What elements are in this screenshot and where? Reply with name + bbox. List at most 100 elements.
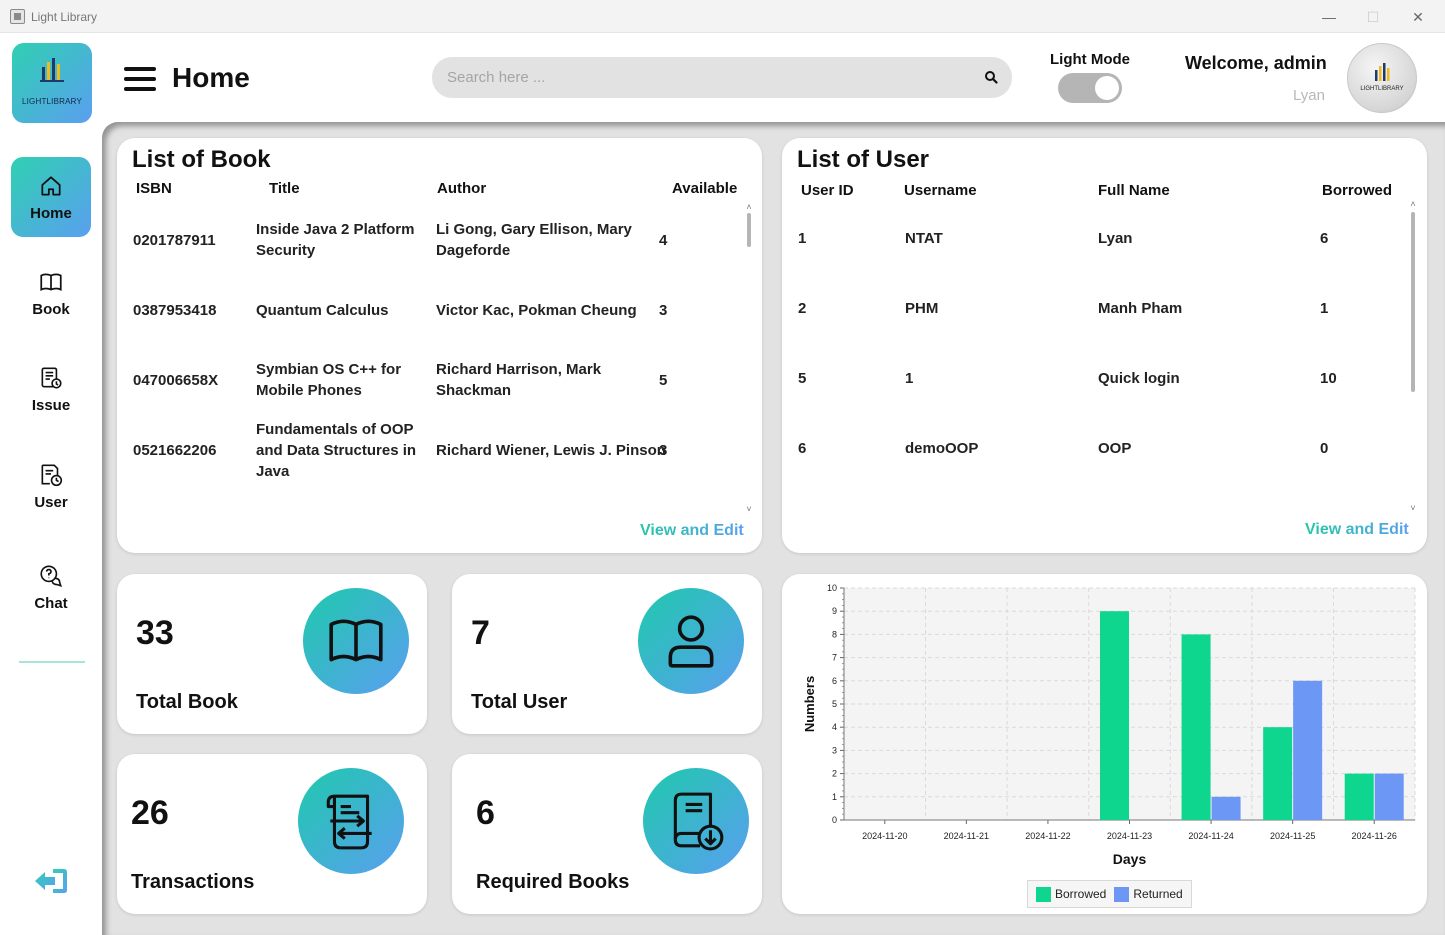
logo-caption: LIGHTLIBRARY — [21, 97, 83, 106]
bar-borrowed — [1100, 611, 1129, 820]
legend-label-returned: Returned — [1133, 887, 1183, 901]
book-title: Symbian OS C++ for Mobile Phones — [256, 361, 402, 399]
sidebar-item-issue[interactable]: Issue — [11, 349, 91, 429]
transactions-chart-card: 0 1 2 3 4 5 6 7 8 9 10 2024-11-20 2024-11-21 2024-11-… — [782, 574, 1427, 914]
required-books-label: Required Books — [476, 871, 630, 893]
book-list-scrollbar[interactable]: ˄ ˅ — [745, 203, 753, 514]
x-tick-label: 2024-11-20 — [862, 831, 907, 841]
transactions-chart: 0 1 2 3 4 5 6 7 8 9 10 2024-11-20 2024-11-21 2024-11-… — [802, 583, 1416, 867]
sidebar-item-book[interactable]: Book — [11, 253, 91, 333]
total-book-label: Total Book — [136, 691, 238, 713]
book-list-card: List of Book ISBN Title Author Available… — [117, 138, 762, 553]
search-input[interactable] — [432, 57, 972, 98]
column-header-full-name[interactable]: Full Name — [1098, 182, 1170, 199]
transaction-scroll-icon — [326, 794, 372, 850]
welcome-text: Welcome, admin — [1185, 53, 1327, 73]
user-list-scrollbar[interactable]: ˄ ˅ — [1409, 200, 1417, 513]
light-mode-toggle[interactable] — [1058, 73, 1122, 103]
title-bar: Light Library — ☐ ✕ — [0, 0, 1445, 33]
total-book-value: 33 — [136, 614, 174, 652]
column-header-available[interactable]: Available — [672, 180, 737, 197]
total-user-card[interactable]: 7 Total User — [452, 574, 762, 734]
menu-icon[interactable] — [124, 67, 156, 93]
user-fullname: Lyan — [1098, 230, 1133, 247]
total-book-badge — [303, 588, 409, 694]
x-tick-label: 2024-11-23 — [1107, 831, 1152, 841]
book-available: 3 — [659, 302, 668, 319]
sidebar-item-label: Chat — [34, 594, 68, 612]
home-icon — [41, 175, 61, 196]
x-axis-label: Days — [1113, 851, 1147, 867]
close-button[interactable]: ✕ — [1405, 6, 1431, 28]
required-books-value: 6 — [476, 794, 495, 832]
book-isbn: 0521662206 — [133, 442, 217, 459]
book-available: 3 — [659, 442, 668, 459]
y-tick-label: 2 — [832, 769, 837, 779]
sidebar-item-user[interactable]: User — [11, 446, 91, 526]
user-list-card: List of User User ID Username Full Name … — [782, 138, 1427, 553]
x-tick-label: 2024-11-22 — [1025, 831, 1070, 841]
search-icon[interactable] — [984, 70, 998, 84]
logo-bars-icon — [40, 58, 64, 82]
open-book-icon — [329, 619, 383, 662]
y-axis-label: Numbers — [802, 676, 817, 732]
bar-returned — [1293, 680, 1323, 820]
mode-label: Light Mode — [1050, 51, 1130, 68]
book-view-edit-link[interactable]: View and Edit — [640, 522, 744, 540]
sidebar-item-label: Home — [30, 204, 72, 222]
main-content: List of Book ISBN Title Author Available… — [102, 122, 1445, 935]
required-books-card[interactable]: 6 Required Books — [452, 754, 762, 914]
total-book-card[interactable]: 33 Total Book — [117, 574, 427, 734]
toggle-knob — [1095, 76, 1119, 100]
book-available: 4 — [659, 232, 668, 249]
maximize-button[interactable]: ☐ — [1360, 6, 1386, 28]
y-tick-label: 3 — [832, 745, 837, 755]
transactions-badge — [298, 768, 404, 874]
user-id: 5 — [798, 370, 807, 387]
chart-legend: Borrowed Returned — [1027, 880, 1192, 908]
column-header-author[interactable]: Author — [437, 180, 486, 197]
book-author: Richard Harrison, Mark Shackman — [436, 361, 602, 399]
column-header-user-id[interactable]: User ID — [801, 182, 854, 199]
sidebar-item-chat[interactable]: Chat — [11, 547, 91, 627]
book-isbn: 0387953418 — [133, 302, 217, 319]
book-title: Quantum Calculus — [256, 302, 389, 319]
page-title: Home — [172, 62, 250, 93]
user-borrowed: 0 — [1320, 440, 1329, 457]
avatar[interactable]: LIGHTLIBRARY — [1347, 43, 1417, 113]
minimize-button[interactable]: — — [1316, 6, 1342, 28]
column-header-title[interactable]: Title — [269, 180, 300, 197]
app-logo[interactable]: LIGHTLIBRARY — [12, 43, 92, 123]
transactions-value: 26 — [131, 794, 169, 832]
legend-swatch-returned — [1114, 886, 1130, 902]
bar-returned — [1211, 796, 1241, 820]
book-isbn: 0201787911 — [133, 232, 216, 249]
book-isbn: 047006658X — [133, 372, 219, 389]
y-tick-label: 1 — [832, 792, 837, 802]
sidebar-item-label: Issue — [31, 396, 71, 414]
book-title: Inside Java 2 Platform Security — [256, 221, 415, 259]
user-view-edit-link[interactable]: View and Edit — [1305, 521, 1409, 539]
book-icon — [40, 273, 62, 291]
logout-icon[interactable] — [33, 865, 69, 897]
column-header-borrowed[interactable]: Borrowed — [1322, 182, 1392, 199]
sidebar-divider — [19, 661, 85, 663]
column-header-username[interactable]: Username — [904, 182, 977, 199]
user-fullname: Quick login — [1098, 370, 1180, 387]
issue-icon — [41, 366, 62, 389]
total-user-value: 7 — [471, 614, 490, 652]
book-author: Li Gong, Gary Ellison, Mary Dageforde — [436, 221, 632, 259]
y-tick-label: 0 — [832, 815, 837, 825]
x-tick-label: 2024-11-21 — [944, 831, 989, 841]
sidebar-item-home[interactable]: Home — [11, 157, 91, 237]
user-username: NTAT — [905, 230, 943, 247]
column-header-isbn[interactable]: ISBN — [136, 180, 172, 197]
transactions-card[interactable]: 26 Transactions — [117, 754, 427, 914]
legend-item-returned: Returned — [1114, 886, 1183, 902]
x-tick-label: 2024-11-26 — [1352, 831, 1397, 841]
legend-item-borrowed: Borrowed — [1036, 886, 1106, 902]
y-tick-label: 5 — [832, 699, 837, 709]
user-id: 1 — [798, 230, 807, 247]
bar-borrowed — [1181, 634, 1211, 820]
sidebar-item-label: Book — [32, 300, 70, 318]
